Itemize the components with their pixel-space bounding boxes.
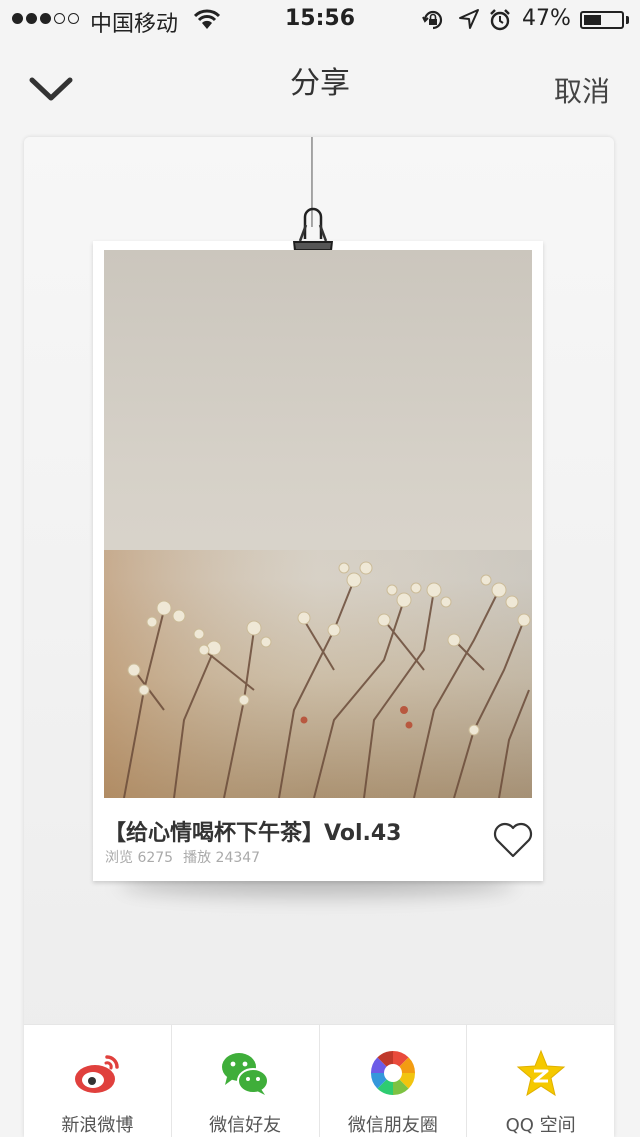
location-icon xyxy=(459,9,479,29)
wechat-icon xyxy=(222,1053,270,1095)
album-stats: 浏览 6275 播放 24347 xyxy=(105,847,270,867)
battery-level xyxy=(584,15,601,25)
collapse-button[interactable] xyxy=(26,70,76,110)
plays-count: 播放 24347 xyxy=(183,850,261,866)
share-moments-label: 微信朋友圈 xyxy=(347,1115,438,1136)
chevron-down-icon xyxy=(29,77,73,101)
share-wechat-button[interactable]: 微信好友 xyxy=(170,1025,319,1137)
cancel-button[interactable]: 取消 xyxy=(554,70,610,110)
share-qzone-label: QQ 空间 xyxy=(505,1115,576,1136)
weibo-icon xyxy=(75,1055,120,1093)
views-count: 浏览 6275 xyxy=(105,850,174,866)
heart-icon[interactable] xyxy=(492,821,534,859)
alarm-icon xyxy=(490,9,510,31)
page-title: 分享 xyxy=(290,66,350,101)
battery-percentage: 47% xyxy=(522,6,571,31)
battery-tip xyxy=(626,16,629,24)
battery-icon xyxy=(580,11,624,29)
share-wechat-label: 微信好友 xyxy=(209,1115,282,1136)
share-weibo-button[interactable]: 新浪微博 xyxy=(24,1025,171,1137)
qzone-icon xyxy=(516,1049,565,1097)
share-qzone-button[interactable]: QQ 空间 xyxy=(466,1025,614,1137)
album-title: 【给心情喝杯下午茶】Vol.43 xyxy=(104,821,402,846)
status-bar: 中国移动 15:56 47% xyxy=(0,0,640,40)
rotation-lock-icon xyxy=(422,10,443,30)
album-cover-image[interactable] xyxy=(104,250,532,798)
share-weibo-label: 新浪微博 xyxy=(61,1115,134,1136)
share-options: 新浪微博 微信好友 微信朋友圈 QQ 空间 xyxy=(24,1024,614,1137)
share-moments-button[interactable]: 微信朋友圈 xyxy=(318,1025,467,1137)
moments-icon xyxy=(370,1050,415,1096)
